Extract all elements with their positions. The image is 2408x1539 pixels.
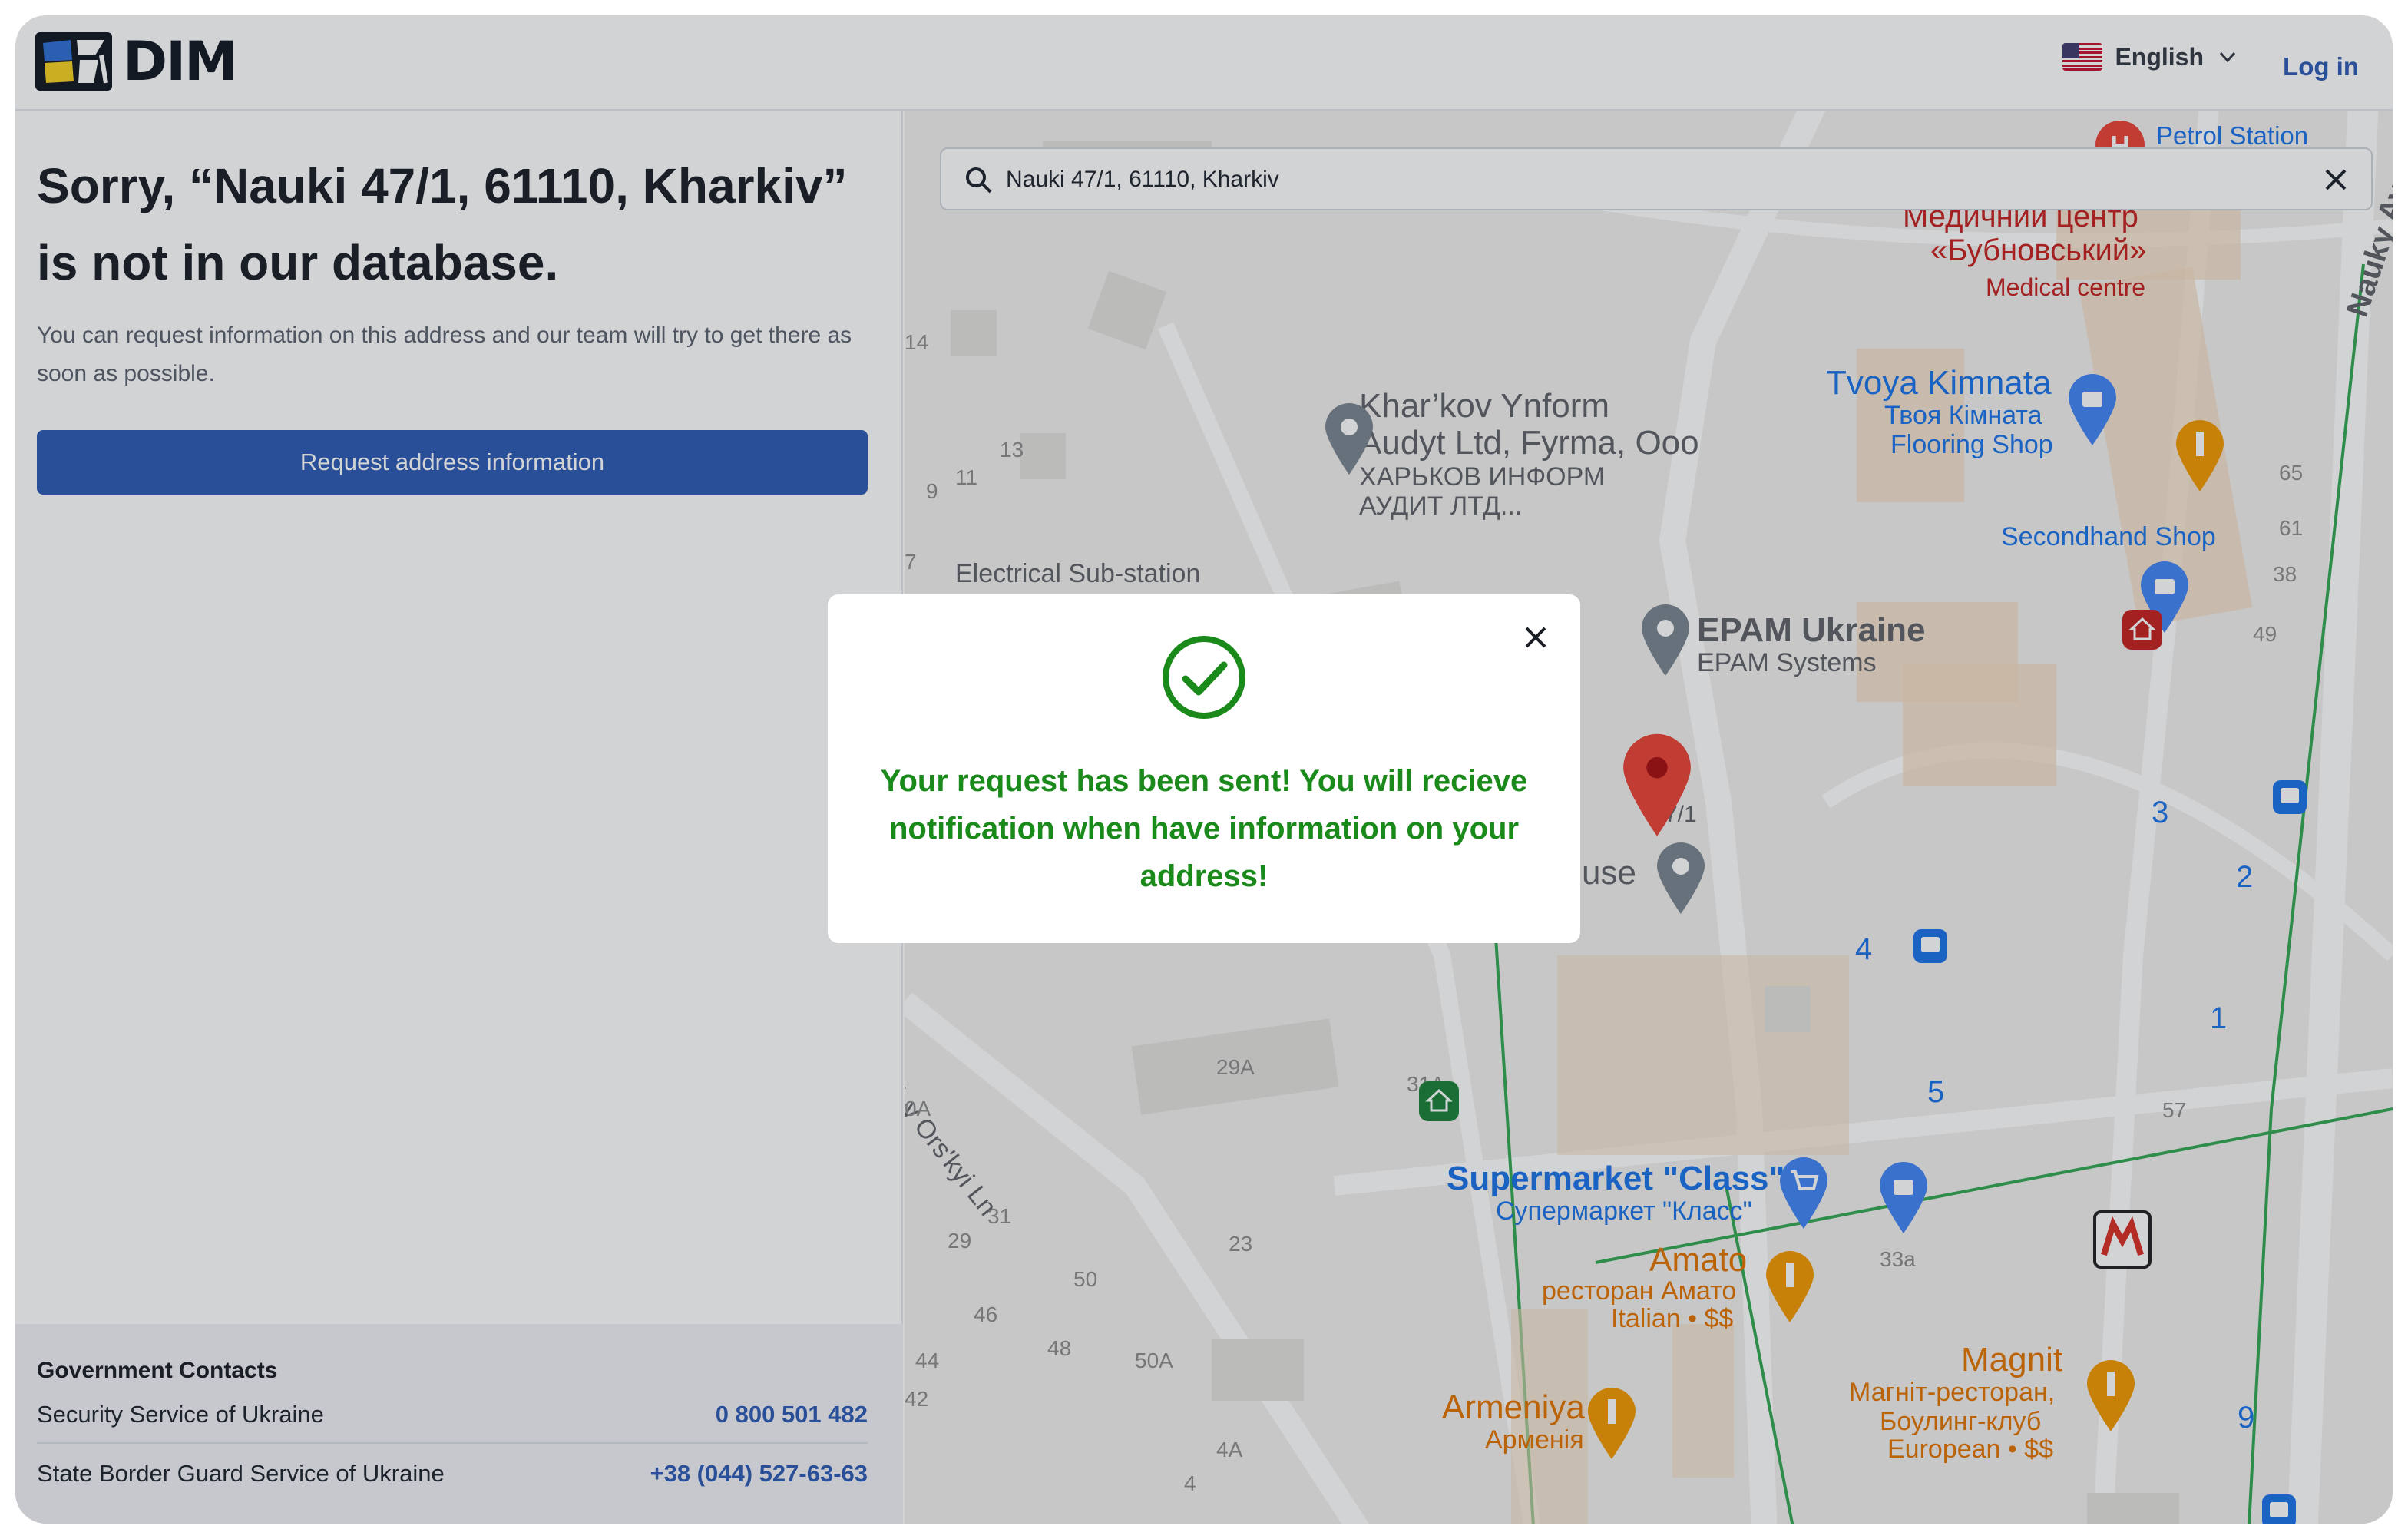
success-message: Your request has been sent! You will rec… — [880, 764, 1528, 893]
request-sent-dialog: Your request has been sent! You will rec… — [828, 594, 1580, 943]
success-check-icon — [1163, 636, 1245, 719]
close-icon[interactable] — [1519, 621, 1553, 654]
app-frame: DIM English Log in Sorry, “Nauki 47/1, 6… — [15, 15, 2393, 1524]
